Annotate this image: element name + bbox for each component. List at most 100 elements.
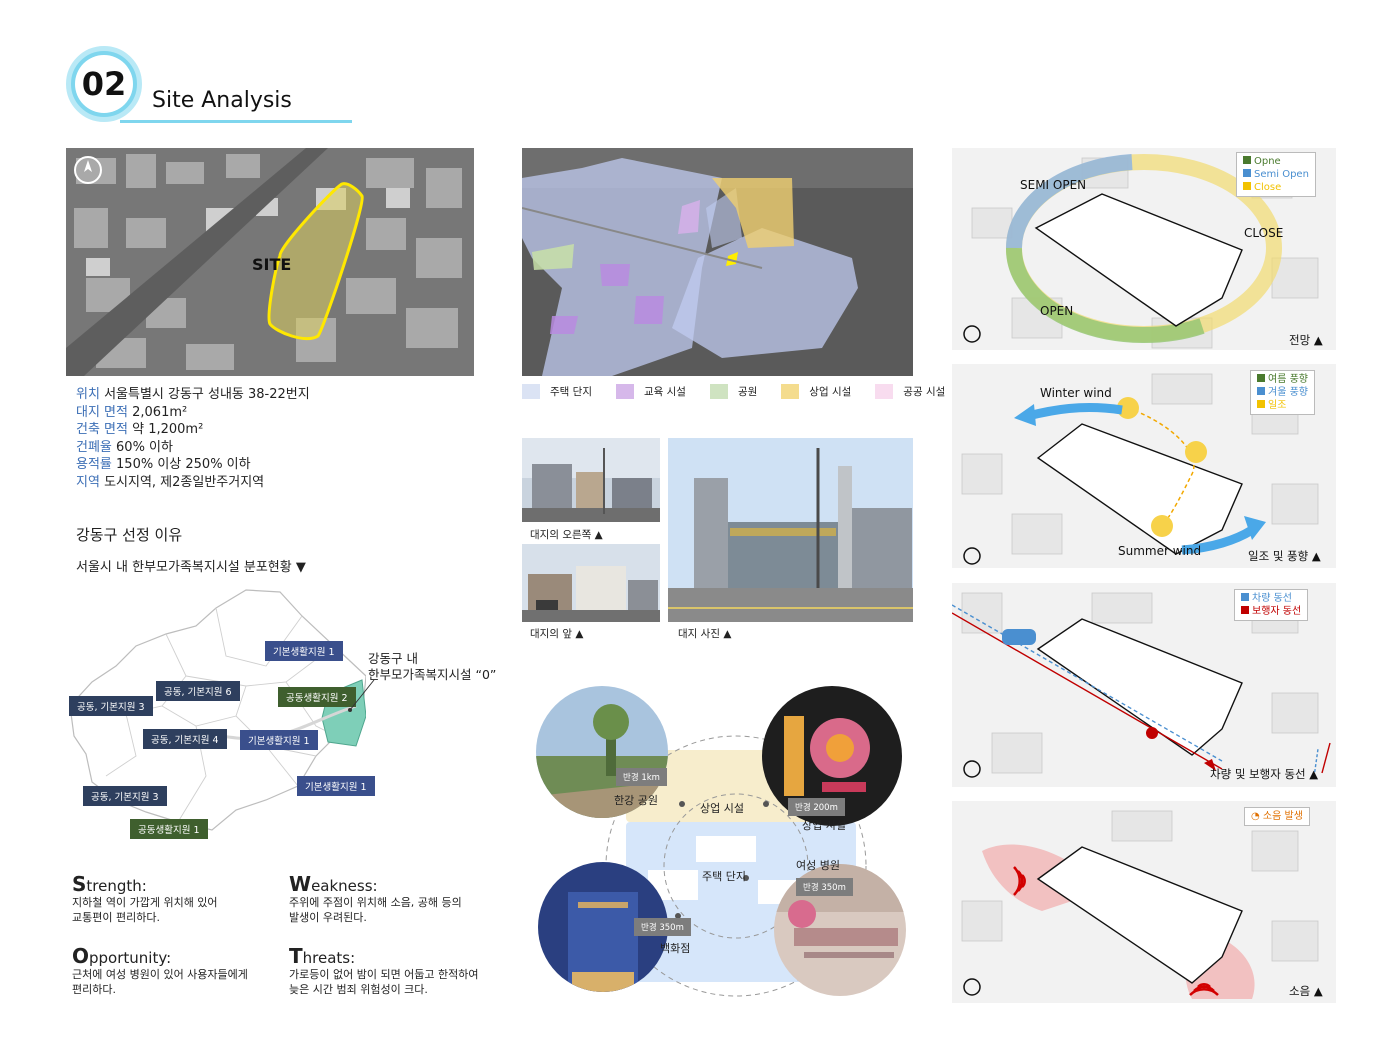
photo-site (668, 438, 913, 622)
reason-title: 강동구 선정 이유 (76, 526, 183, 544)
legend-label: 차량 동선 (1252, 593, 1292, 604)
district-label: 공동, 기본지원 4 (143, 729, 227, 749)
info-row: 지역 도시지역, 제2종일반주거지역 (76, 474, 310, 492)
swot-text: 늦은 시간 범죄 위험성이 크다. (289, 982, 428, 996)
district-label: 공동생활지원 1 (130, 819, 208, 839)
photo-site-front (522, 544, 660, 622)
legend-swatch (1243, 169, 1251, 177)
legend-row: Opne (1243, 155, 1309, 168)
district-label: 공동, 기본지원 3 (83, 786, 167, 806)
legend-label: Close (1254, 182, 1282, 193)
legend-label: 교육 시설 (643, 386, 686, 398)
note-line: 한부모가족복지시설 “0” (368, 667, 497, 682)
photo-site-right (522, 438, 660, 522)
radius-tag-hospital: 반경 350m (796, 878, 853, 896)
info-key: 용적률 (76, 457, 112, 473)
info-key: 건폐율 (76, 439, 112, 455)
legend-row: 겨울 풍향 (1257, 386, 1308, 399)
legend-row: 차량 동선 (1241, 592, 1301, 605)
summer-wind-label: Summer wind (1118, 544, 1202, 558)
legend-label: 상업 시설 (809, 386, 852, 398)
legend-row: Close (1243, 181, 1309, 194)
swot-heading: eakness: (311, 877, 378, 895)
legend-swatch (875, 384, 894, 399)
site-aerial-map: SITE (66, 148, 474, 376)
commercial-center-label: 상업 시설 (700, 802, 744, 815)
swot-strength: Strength: 지하철 역이 가깝게 위치해 있어 교통편이 편리하다. (72, 872, 282, 925)
wind-caption: 일조 및 풍향 ▲ (1248, 549, 1321, 563)
district-label: 기본생활지원 1 (265, 641, 343, 661)
view-caption: 전망 ▲ (1289, 333, 1323, 347)
noise-legend: ◔ 소음 발생 (1244, 807, 1310, 826)
swot-text: 가로등이 없어 밤이 되면 어둡고 한적하여 (289, 968, 479, 981)
info-row: 건폐율 60% 이하 (76, 439, 310, 457)
swot-heading: hreats: (302, 949, 356, 967)
swot-text: 교통편이 편리하다. (72, 910, 160, 924)
gangdong-note: 강동구 내 한부모가족복지시설 “0” (368, 651, 496, 683)
legend-label: Opne (1254, 156, 1281, 167)
swot-threats: Threats: 가로등이 없어 밤이 되면 어둡고 한적하여 늦은 시간 범죄… (289, 944, 519, 997)
info-value: 약 1,200m² (132, 422, 204, 438)
section-title: Site Analysis (152, 88, 292, 113)
info-value: 2,061m² (132, 404, 188, 420)
legend-label: 보행자 동선 (1252, 606, 1302, 617)
wind-legend: 여름 풍향 겨울 풍향 일조 (1250, 370, 1315, 415)
traffic-diagram: 차량 동선 보행자 동선 차량 및 보행자 동선 ▲ (952, 583, 1336, 787)
swot-heading: pportunity: (89, 949, 172, 967)
legend-label: 일조 (1268, 400, 1287, 411)
swot-text: 편리하다. (72, 982, 116, 996)
traffic-legend: 차량 동선 보행자 동선 (1234, 589, 1309, 621)
info-key: 대지 면적 (76, 404, 128, 420)
legend-swatch (1243, 156, 1251, 164)
info-value: 서울특별시 강동구 성내동 38-22번지 (104, 387, 310, 402)
legend-swatch (1257, 400, 1265, 408)
legend-row: 여름 풍향 (1257, 373, 1308, 386)
legend-label: 공원 (737, 386, 758, 398)
surroundings-diagram: 반경 1km 한강 공원 상업 시설 반경 200m 상업 시설 여성 병원 반… (528, 680, 908, 1000)
legend-label: 주택 단지 (550, 386, 592, 398)
info-row: 위치 서울특별시 강동구 성내동 38-22번지 (76, 386, 310, 404)
zoning-aerial-map (522, 148, 913, 376)
legend-label: Semi Open (1254, 169, 1309, 180)
legend-row: 일조 (1257, 399, 1308, 412)
commercial-label: 상업 시설 (802, 819, 846, 832)
view-diagram: Opne Semi Open Close SEMI OPEN CLOSE OPE… (952, 148, 1336, 350)
radius-tag-commercial: 반경 200m (788, 798, 845, 816)
park-label: 한강 공원 (614, 794, 658, 807)
swot-heading: trength: (86, 877, 147, 895)
radius-tag-store: 반경 350m (634, 918, 691, 936)
info-value: 60% 이하 (116, 439, 173, 455)
distribution-title: 서울시 내 한부모가족복지시설 분포현황 ▼ (76, 560, 306, 575)
traffic-caption: 차량 및 보행자 동선 ▲ (1210, 767, 1319, 781)
info-value: 150% 이상 250% 이하 (116, 457, 251, 473)
close-label: CLOSE (1244, 226, 1284, 240)
legend-row: Semi Open (1243, 168, 1309, 181)
view-legend: Opne Semi Open Close (1236, 152, 1316, 197)
caption-site-right: 대지의 오른쪽 ▲ (530, 529, 603, 541)
legend-label: 소음 발생 (1262, 811, 1303, 822)
store-label: 백화점 (660, 942, 691, 955)
legend-swatch (1257, 374, 1265, 382)
radius-tag-park: 반경 1km (616, 768, 667, 786)
winter-wind-label: Winter wind (1040, 386, 1112, 400)
info-key: 위치 (76, 387, 100, 402)
swot-text: 지하철 역이 가깝게 위치해 있어 (72, 896, 218, 909)
legend-label: 공공 시설 (903, 386, 946, 398)
district-label: 기본생활지원 1 (297, 776, 375, 796)
site-info: 위치 서울특별시 강동구 성내동 38-22번지 대지 면적 2,061m² 건… (76, 386, 310, 492)
info-value: 도시지역, 제2종일반주거지역 (104, 474, 265, 490)
info-row: 용적률 150% 이상 250% 이하 (76, 456, 310, 474)
swot-initial: S (72, 872, 87, 896)
district-label: 공동, 기본지원 6 (156, 681, 240, 701)
noise-caption: 소음 ▲ (1289, 984, 1323, 998)
swot-text: 발생이 우려된다. (289, 910, 367, 924)
legend-swatch (1243, 182, 1251, 190)
district-label: 기본생활지원 1 (240, 730, 318, 750)
info-row: 건축 면적 약 1,200m² (76, 421, 310, 439)
swot-text: 주위에 주점이 위치해 소음, 공해 등의 (289, 896, 462, 909)
title-underline (120, 120, 352, 123)
site-label: SITE (252, 255, 292, 274)
legend-swatch (709, 384, 728, 399)
swot-opportunity: Opportunity: 근처에 여성 병원이 있어 사용자들에게 편리하다. (72, 944, 282, 997)
legend-swatch (522, 384, 540, 399)
